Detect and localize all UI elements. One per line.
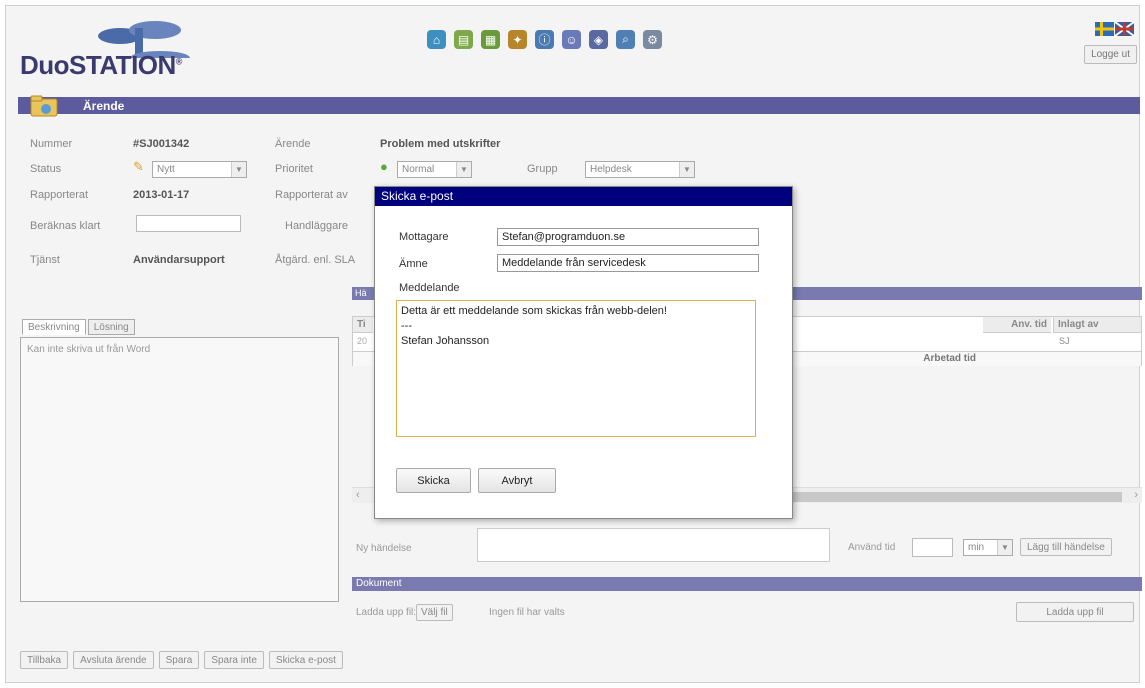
- scroll-right-icon[interactable]: ›: [1134, 489, 1138, 501]
- rapporterat-value: 2013-01-17: [133, 189, 190, 201]
- arende-value: Problem med utskrifter: [380, 138, 501, 150]
- tjanst-label: Tjänst: [30, 254, 60, 266]
- prioritet-select-value: Normal: [402, 164, 435, 175]
- message-textarea[interactable]: Detta är ett meddelande som skickas från…: [396, 300, 756, 437]
- rapporterat-label: Rapporterat: [30, 189, 89, 201]
- beraknas-klart-label: Beräknas klart: [30, 220, 101, 232]
- status-label: Status: [30, 163, 62, 175]
- upload-file-label: Ladda upp fil:: [356, 607, 417, 618]
- grupp-select[interactable]: Helpdesk ▼: [585, 161, 695, 178]
- settings-icon[interactable]: ⚙: [643, 30, 662, 49]
- status-select[interactable]: Nytt ▼: [152, 161, 247, 178]
- chevron-down-icon: ▼: [997, 540, 1012, 555]
- recipient-input[interactable]: [497, 228, 759, 246]
- events-col-ti: Ti: [353, 317, 373, 333]
- events-row-inlagt: SJ: [1059, 336, 1070, 346]
- send-email-dialog: Skicka e-post Mottagare Ämne Meddelande …: [374, 186, 793, 519]
- subject-label: Ämne: [399, 258, 428, 270]
- add-event-button[interactable]: Lägg till händelse: [1020, 538, 1112, 556]
- language-flags[interactable]: [1095, 21, 1135, 40]
- send-email-button[interactable]: Skicka e-post: [268, 651, 343, 669]
- folder-icon[interactable]: ▤: [454, 30, 473, 49]
- save-button[interactable]: Spara: [158, 651, 200, 669]
- info-icon[interactable]: ⓘ: [535, 30, 554, 49]
- home-icon[interactable]: ⌂: [427, 30, 446, 49]
- grupp-select-value: Helpdesk: [590, 164, 632, 175]
- bottom-actions: Tillbaka Avsluta ärende Spara Spara inte…: [20, 651, 343, 669]
- duostation-logo: DuoSTATION®: [20, 20, 220, 80]
- nummer-value: #SJ001342: [133, 138, 190, 150]
- swedish-flag-icon[interactable]: [1095, 22, 1114, 36]
- grupp-label: Grupp: [527, 163, 558, 175]
- arende-label: Ärende: [275, 138, 311, 150]
- ticket-icon[interactable]: ◈: [589, 30, 608, 49]
- dokument-header: Dokument: [352, 577, 1142, 591]
- scrollbar-thumb[interactable]: [792, 492, 1122, 502]
- tab-losning[interactable]: Lösning: [87, 319, 135, 335]
- description-text: Kan inte skriva ut från Word: [27, 344, 151, 355]
- recipient-label: Mottagare: [399, 231, 449, 243]
- prioritet-select[interactable]: Normal ▼: [397, 161, 472, 178]
- section-title: Ärende: [83, 99, 125, 113]
- search-icon[interactable]: ⌕: [616, 30, 635, 49]
- handlaggare-label: Handläggare: [285, 220, 348, 232]
- prioritet-label: Prioritet: [275, 163, 313, 175]
- chevron-down-icon: ▼: [456, 162, 471, 177]
- close-case-button[interactable]: Avsluta ärende: [73, 651, 154, 669]
- description-tabs: Beskrivning Lösning: [22, 319, 135, 335]
- chevron-down-icon: ▼: [231, 162, 246, 177]
- logout-button[interactable]: Logge ut: [1084, 45, 1137, 64]
- british-flag-icon[interactable]: [1114, 21, 1135, 37]
- ny-handelse-textarea[interactable]: [477, 528, 830, 562]
- atgard-sla-label: Åtgärd. enl. SLA: [275, 254, 356, 266]
- status-select-value: Nytt: [157, 164, 175, 175]
- description-textarea[interactable]: Kan inte skriva ut från Word: [20, 337, 339, 602]
- time-unit-value: min: [968, 542, 985, 553]
- tjanst-value: Användarsupport: [133, 254, 225, 266]
- rapporterat-av-label: Rapporterat av: [275, 189, 348, 201]
- people-icon[interactable]: ☺: [562, 30, 581, 49]
- tab-beskrivning[interactable]: Beskrivning: [22, 319, 86, 335]
- main-toolbar: ⌂ ▤ ▦ ✦ ⓘ ☺ ◈ ⌕ ⚙: [427, 30, 662, 49]
- message-label: Meddelande: [399, 282, 460, 294]
- scroll-left-icon[interactable]: ‹: [356, 489, 360, 501]
- status-icon: ✎: [133, 159, 144, 174]
- chevron-down-icon: ▼: [679, 162, 694, 177]
- nummer-label: Nummer: [30, 138, 73, 150]
- events-header-label: Hä: [355, 288, 367, 298]
- folder-icon: [30, 95, 58, 117]
- events-col-inlagt-av: Inlagt av: [1053, 317, 1141, 333]
- time-unit-select[interactable]: min ▼: [963, 539, 1013, 556]
- events-col-anv-tid: Anv. tid: [983, 317, 1051, 333]
- subject-input[interactable]: [497, 254, 759, 272]
- logo-registered-mark: ®: [175, 56, 183, 67]
- no-file-text: Ingen fil har valts: [489, 607, 565, 618]
- logo-text: DuoSTATION: [20, 50, 176, 80]
- send-button[interactable]: Skicka: [396, 468, 471, 493]
- cancel-button[interactable]: Avbryt: [478, 468, 556, 493]
- anvand-tid-label: Använd tid: [848, 542, 896, 553]
- section-header: Ärende: [18, 97, 1140, 114]
- beraknas-klart-input[interactable]: [136, 215, 241, 232]
- tools-icon[interactable]: ✦: [508, 30, 527, 49]
- upload-file-button[interactable]: Ladda upp fil: [1016, 602, 1134, 622]
- arbetad-tid-label: Arbetad tid: [923, 353, 976, 364]
- dont-save-button[interactable]: Spara inte: [204, 651, 264, 669]
- back-button[interactable]: Tillbaka: [20, 651, 69, 669]
- priority-icon: ●: [380, 159, 388, 174]
- anvand-tid-input[interactable]: [912, 538, 953, 557]
- ny-handelse-label: Ny händelse: [356, 543, 412, 554]
- dialog-title: Skicka e-post: [375, 187, 792, 206]
- choose-file-button[interactable]: Välj fil: [416, 604, 453, 621]
- events-row-date: 20: [357, 336, 368, 346]
- report-icon[interactable]: ▦: [481, 30, 500, 49]
